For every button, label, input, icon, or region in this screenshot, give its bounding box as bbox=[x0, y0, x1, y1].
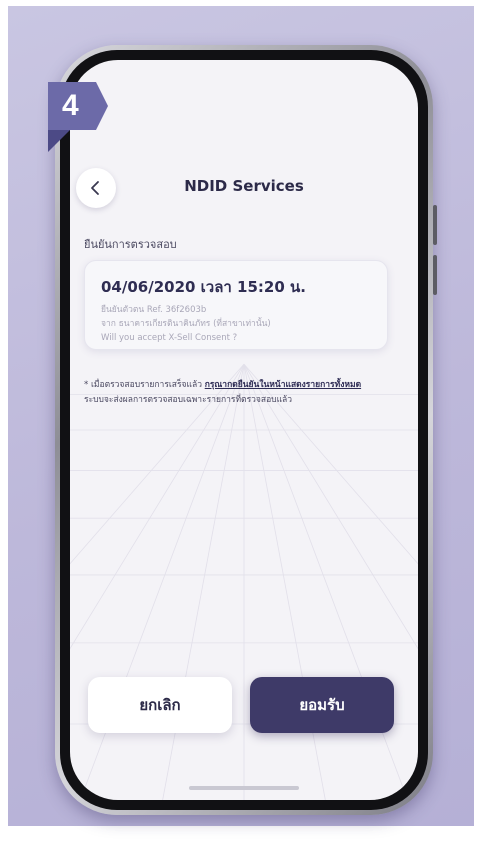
phone-side-button bbox=[433, 205, 437, 245]
note-suffix: ระบบจะส่งผลการตรวจสอบเฉพาะรายการที่ตรวจส… bbox=[84, 395, 293, 405]
phone-bezel: NDID Services ยืนยันการตรวจสอบ 04/06/202… bbox=[60, 50, 428, 810]
note-link[interactable]: กรุณากดยืนยันในหน้าแสดงรายการทั้งหมด bbox=[205, 380, 361, 390]
home-indicator bbox=[189, 786, 299, 790]
note-prefix: * เมื่อตรวจสอบรายการเสร็จแล้ว bbox=[84, 380, 205, 390]
card-question: Will you accept X-Sell Consent ? bbox=[101, 333, 238, 343]
phone-side-button bbox=[433, 255, 437, 295]
card-ref: ยืนยันตัวตน Ref. 36f2603b bbox=[101, 305, 207, 315]
page-title: NDID Services bbox=[184, 177, 304, 195]
phone-frame: NDID Services ยืนยันการตรวจสอบ 04/06/202… bbox=[55, 45, 437, 815]
verification-card[interactable]: 04/06/2020 เวลา 15:20 น. ยืนยันตัวตน Ref… bbox=[84, 260, 388, 350]
phone-screen: NDID Services ยืนยันการตรวจสอบ 04/06/202… bbox=[70, 60, 418, 800]
accept-button[interactable]: ยอมรับ bbox=[250, 677, 394, 733]
section-title: ยืนยันการตรวจสอบ bbox=[84, 238, 177, 251]
instruction-note: * เมื่อตรวจสอบรายการเสร็จแล้ว กรุณากดยืน… bbox=[84, 378, 374, 408]
card-source: จาก ธนาคารเกียรตินาคินภัทร (ที่สาขาเท่าน… bbox=[101, 319, 271, 329]
cancel-button[interactable]: ยกเลิก bbox=[88, 677, 232, 733]
card-datetime: 04/06/2020 เวลา 15:20 น. bbox=[101, 278, 306, 296]
step-badge-fold bbox=[48, 130, 70, 152]
step-badge: 4 bbox=[48, 82, 108, 130]
